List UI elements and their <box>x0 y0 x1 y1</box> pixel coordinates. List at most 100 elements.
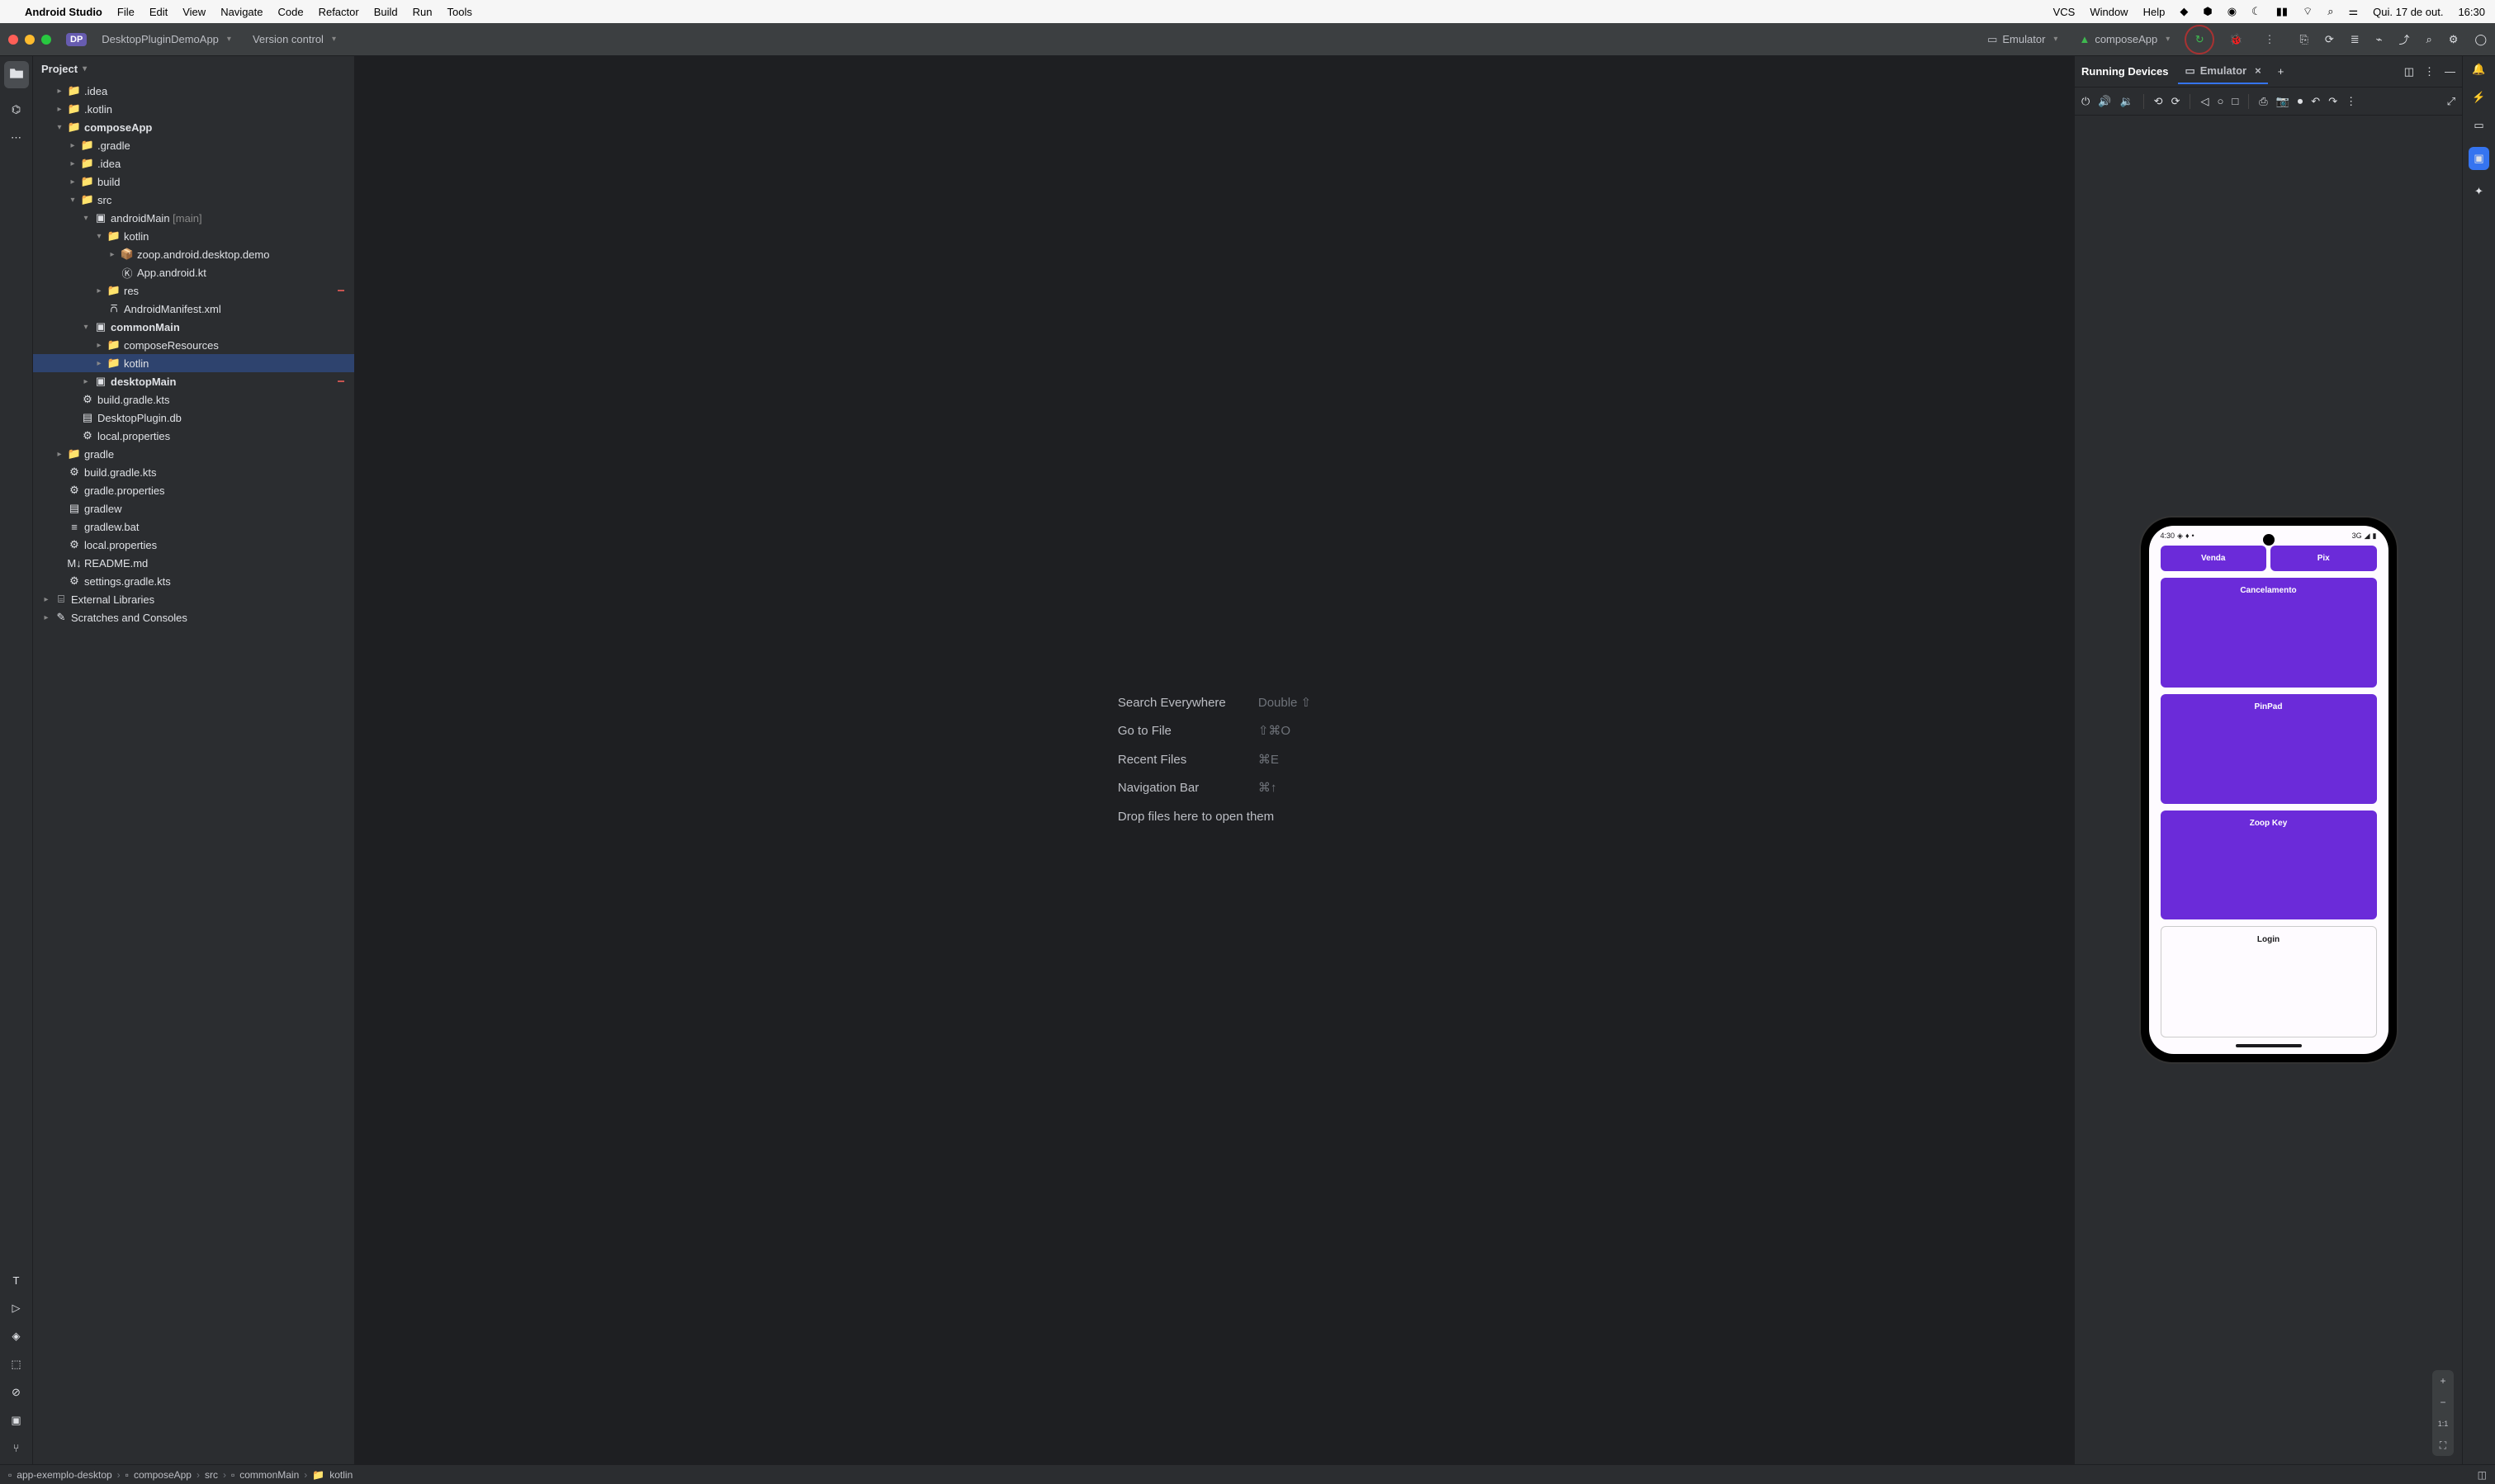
tree-row[interactable]: ▾▣androidMain [main] <box>33 209 354 227</box>
undo-icon[interactable]: ↶ <box>2311 95 2320 108</box>
tree-row[interactable]: ▸📁kotlin <box>33 354 354 372</box>
more-tools-button[interactable]: ⋯ <box>11 131 21 144</box>
chevron-icon[interactable]: ▸ <box>107 250 117 259</box>
close-tab-icon[interactable]: × <box>2255 64 2261 77</box>
pinpad-button[interactable]: PinPad <box>2161 694 2377 804</box>
app-name[interactable]: Android Studio <box>25 6 102 18</box>
status-indicator-icon[interactable]: ◫ <box>2478 1469 2487 1481</box>
tree-row[interactable]: ⚙build.gradle.kts <box>33 463 354 481</box>
tree-row[interactable]: ≡gradlew.bat <box>33 518 354 536</box>
menu-build[interactable]: Build <box>374 6 398 18</box>
wifi-icon[interactable]: ⌔ <box>2303 5 2313 18</box>
debug-button[interactable]: 🐞 <box>2223 30 2249 50</box>
ai-assistant-button[interactable]: ✦ <box>2474 185 2483 198</box>
code-with-me-icon[interactable]: ⎘ <box>2299 33 2308 46</box>
chevron-icon[interactable]: ▾ <box>81 323 91 332</box>
menu-help[interactable]: Help <box>2143 6 2166 18</box>
bc-3[interactable]: commonMain <box>239 1469 299 1481</box>
zoom-fit-button[interactable]: ⛶ <box>2432 1434 2454 1456</box>
profiler-icon[interactable]: ⤴ <box>2398 31 2409 47</box>
menu-tools[interactable]: Tools <box>447 6 472 18</box>
problems-tool-button[interactable]: ⊘ <box>12 1386 21 1399</box>
chevron-icon[interactable]: ▸ <box>94 359 104 368</box>
chevron-icon[interactable]: ▸ <box>94 286 104 295</box>
control-center-icon[interactable]: ⚌ <box>2349 5 2359 18</box>
volume-down-icon[interactable]: 🔉 <box>2119 95 2133 108</box>
search-everywhere-icon[interactable]: ⌕ <box>2426 33 2432 46</box>
rotate-left-icon[interactable]: ⟲ <box>2154 95 2163 108</box>
tree-row[interactable]: ▸📦zoop.android.desktop.demo <box>33 245 354 263</box>
tree-row[interactable]: ▸📁gradle <box>33 445 354 463</box>
close-window-button[interactable] <box>8 35 18 45</box>
settings-icon[interactable]: ⚙ <box>2449 33 2459 46</box>
tree-row[interactable]: ▸▣desktopMain <box>33 372 354 390</box>
menu-refactor[interactable]: Refactor <box>319 6 359 18</box>
maximize-window-button[interactable] <box>41 35 51 45</box>
device-manager-icon[interactable]: ≣ <box>2351 33 2360 46</box>
chevron-icon[interactable]: ▾ <box>54 123 64 132</box>
project-tree[interactable]: ▸📁.idea▸📁.kotlin▾📁composeApp▸📁.gradle▸📁.… <box>33 82 354 1464</box>
bc-4[interactable]: kotlin <box>329 1469 353 1481</box>
chevron-icon[interactable]: ▸ <box>81 377 91 386</box>
menubar-date[interactable]: Qui. 17 de out. <box>2373 6 2443 18</box>
tree-row[interactable]: ▸📁composeResources <box>33 336 354 354</box>
project-tool-button[interactable] <box>4 61 29 88</box>
zoopkey-button[interactable]: Zoop Key <box>2161 811 2377 920</box>
minimize-window-button[interactable] <box>25 35 35 45</box>
menu-edit[interactable]: Edit <box>149 6 168 18</box>
tree-row[interactable]: ▤DesktopPlugin.db <box>33 409 354 427</box>
pix-button[interactable]: Pix <box>2270 546 2377 571</box>
tree-row[interactable]: ⩃AndroidManifest.xml <box>33 300 354 318</box>
zoom-reset-button[interactable]: 1:1 <box>2432 1413 2454 1434</box>
record-icon[interactable]: ⏺ <box>2298 95 2303 108</box>
more-run-button[interactable]: ⋮ <box>2257 30 2281 50</box>
emulator-tab[interactable]: ▭ Emulator × <box>2178 59 2267 84</box>
rotate-right-icon[interactable]: ⟳ <box>2171 95 2180 108</box>
home-icon[interactable]: ○ <box>2217 95 2223 107</box>
tree-row[interactable]: ⚙local.properties <box>33 427 354 445</box>
terminal-tool-button[interactable]: ▣ <box>11 1414 21 1427</box>
panel-options-icon[interactable]: ⋮ <box>2424 65 2435 78</box>
tree-row[interactable]: ▸📁build <box>33 173 354 191</box>
chevron-icon[interactable]: ▸ <box>41 595 51 604</box>
screenshot-icon[interactable]: 📷 <box>2276 95 2289 108</box>
menu-navigate[interactable]: Navigate <box>220 6 263 18</box>
chevron-icon[interactable]: ▸ <box>41 613 51 622</box>
tree-row[interactable]: ▤gradlew <box>33 499 354 518</box>
login-button[interactable]: Login <box>2161 926 2377 1037</box>
tree-row[interactable]: ⚙gradle.properties <box>33 481 354 499</box>
extended-controls-icon[interactable]: ⋮ <box>2346 95 2356 108</box>
snapshot-icon[interactable]: ⎙ <box>2259 95 2267 108</box>
structure-tool-button[interactable]: ⌬ <box>12 103 21 116</box>
moon-icon[interactable]: ☾ <box>2251 5 2261 18</box>
tree-row[interactable]: ⚙local.properties <box>33 536 354 554</box>
project-view-header[interactable]: Project ▾ <box>33 56 354 82</box>
venda-button[interactable]: Venda <box>2161 546 2267 571</box>
redo-icon[interactable]: ↷ <box>2328 95 2337 108</box>
editor-area[interactable]: Search EverywhereDouble ⇧ Go to File⇧⌘O … <box>355 56 2074 1464</box>
tree-row[interactable]: ⚙settings.gradle.kts <box>33 572 354 590</box>
chevron-icon[interactable]: ▸ <box>68 159 78 168</box>
running-devices-button[interactable]: ▣ <box>2469 147 2488 170</box>
tree-row[interactable]: ▾📁kotlin <box>33 227 354 245</box>
chevron-icon[interactable]: ▸ <box>68 141 78 150</box>
device-screen[interactable]: 4:30◈♦• 3G◢▮ Venda Pix Cancelamento PinP… <box>2149 526 2388 1054</box>
chevron-icon[interactable]: ▾ <box>81 214 91 223</box>
bc-root[interactable]: app-exemplo-desktop <box>17 1469 111 1481</box>
tree-row[interactable]: ▸📁.gradle <box>33 136 354 154</box>
project-selector[interactable]: DesktopPluginDemoApp <box>95 30 238 49</box>
tree-row[interactable]: ▸📁.kotlin <box>33 100 354 118</box>
window-mode-icon[interactable]: ◫ <box>2404 65 2414 78</box>
tree-row[interactable]: ▾📁src <box>33 191 354 209</box>
add-device-button[interactable]: + <box>2278 65 2284 78</box>
text-tool-button[interactable]: T <box>13 1274 20 1287</box>
menu-file[interactable]: File <box>117 6 135 18</box>
debug-icon[interactable]: ⌁ <box>2376 33 2383 46</box>
inspect-tool-button[interactable]: ⬚ <box>11 1358 21 1371</box>
tree-row[interactable]: ▸⌸External Libraries <box>33 590 354 608</box>
tree-row[interactable]: ▾▣commonMain <box>33 318 354 336</box>
notifications-button[interactable]: 🔔 <box>2472 63 2485 76</box>
power-icon[interactable]: ⏻ <box>2081 95 2090 108</box>
avatar-icon[interactable]: ◯ <box>2474 33 2487 46</box>
expand-icon[interactable]: ⤢ <box>2447 95 2455 108</box>
